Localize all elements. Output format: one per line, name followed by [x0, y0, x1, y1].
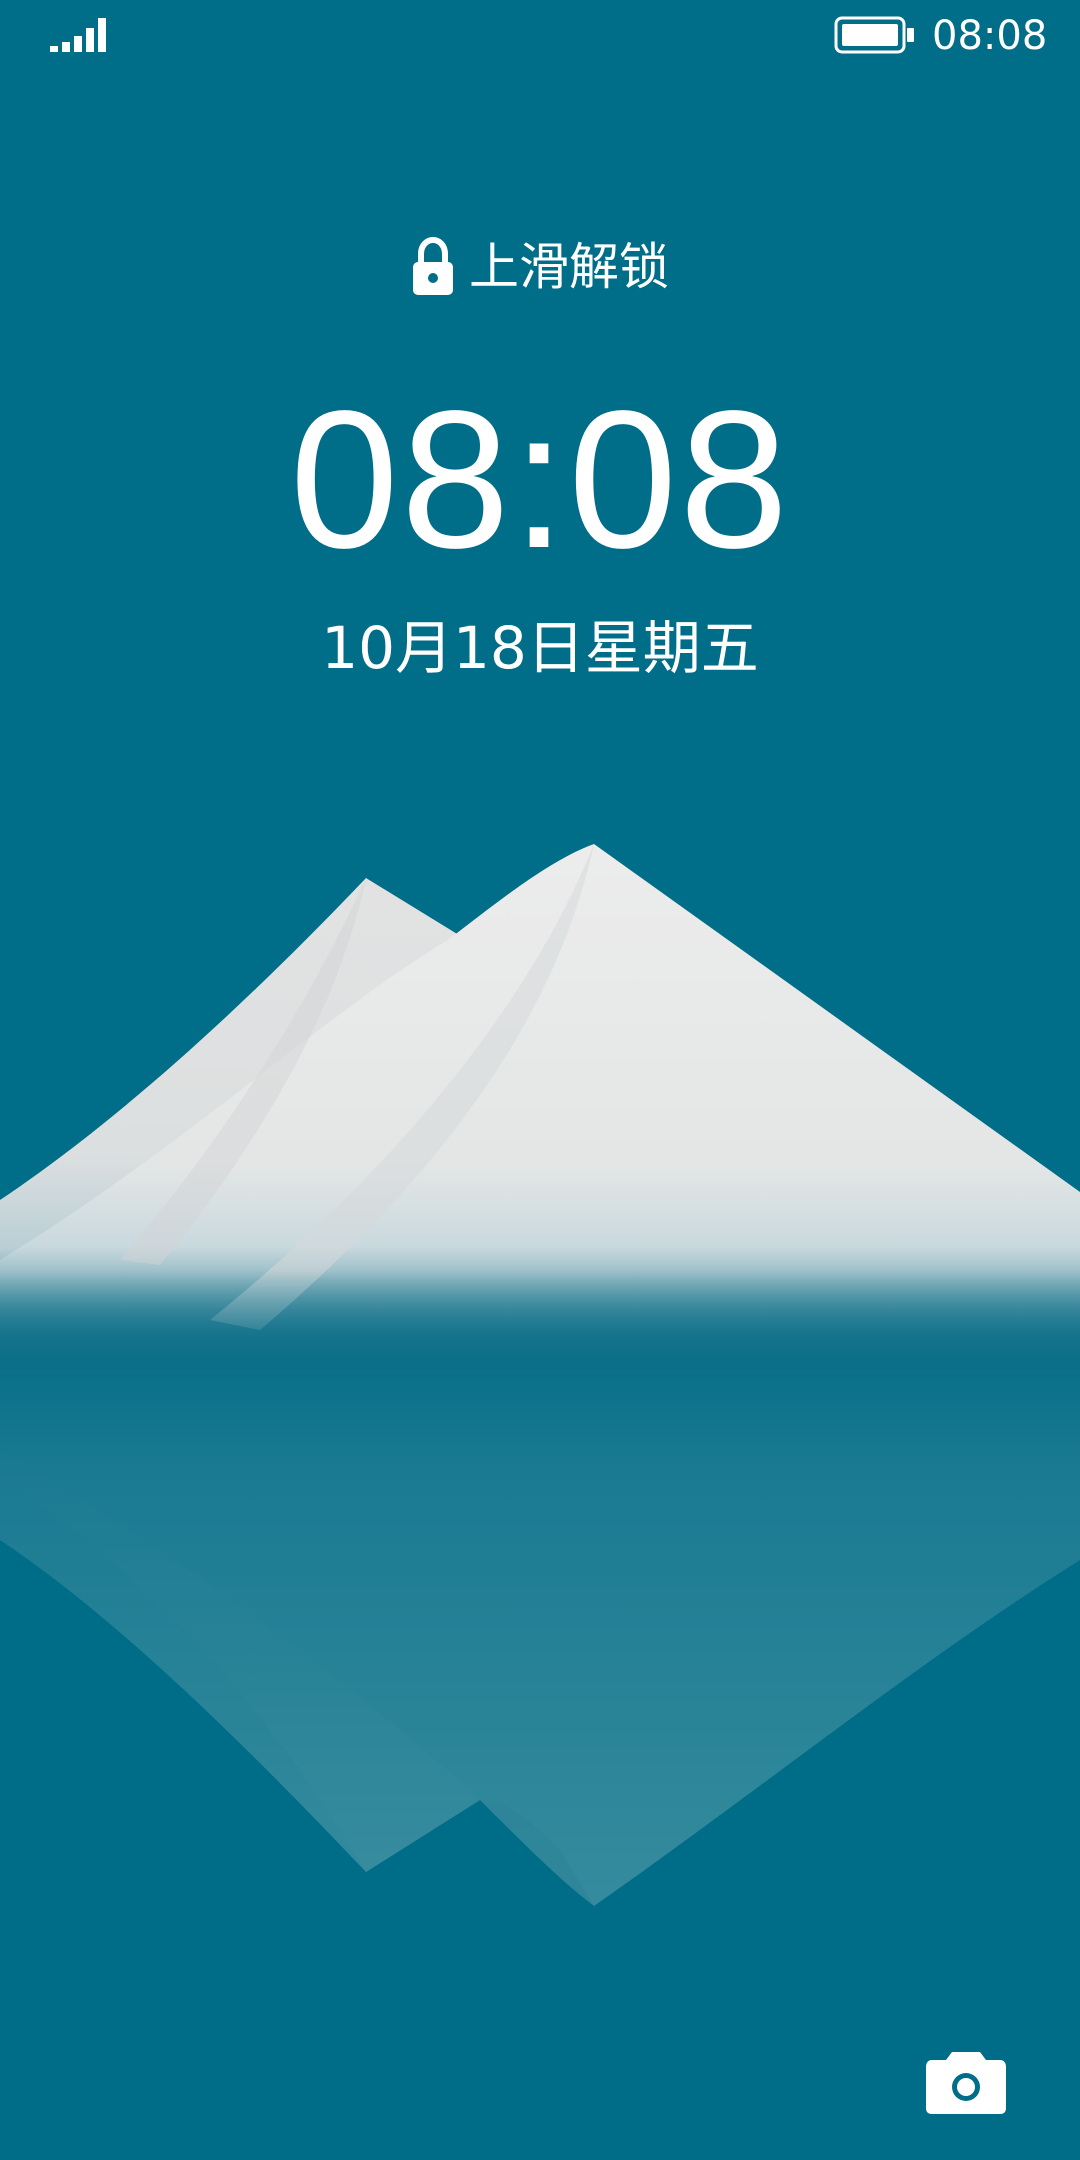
- wallpaper-mountains: [0, 0, 1080, 2160]
- status-bar: 08:08: [0, 0, 1080, 72]
- lock-screen-date: 10月18日星期五: [321, 614, 759, 682]
- lock-screen-clock: 08:08: [289, 370, 791, 589]
- signal-strength-icon: [50, 18, 106, 52]
- lock-screen[interactable]: 08:08 上滑解锁 08:08 10月18日星期五: [0, 0, 1080, 2160]
- lock-icon: [413, 237, 453, 295]
- camera-icon[interactable]: [924, 2046, 1008, 2118]
- unlock-hint: 上滑解锁: [0, 232, 1080, 302]
- unlock-hint-text: 上滑解锁: [469, 238, 669, 296]
- battery-full-icon: [834, 16, 914, 54]
- status-bar-time: 08:08: [932, 13, 1048, 59]
